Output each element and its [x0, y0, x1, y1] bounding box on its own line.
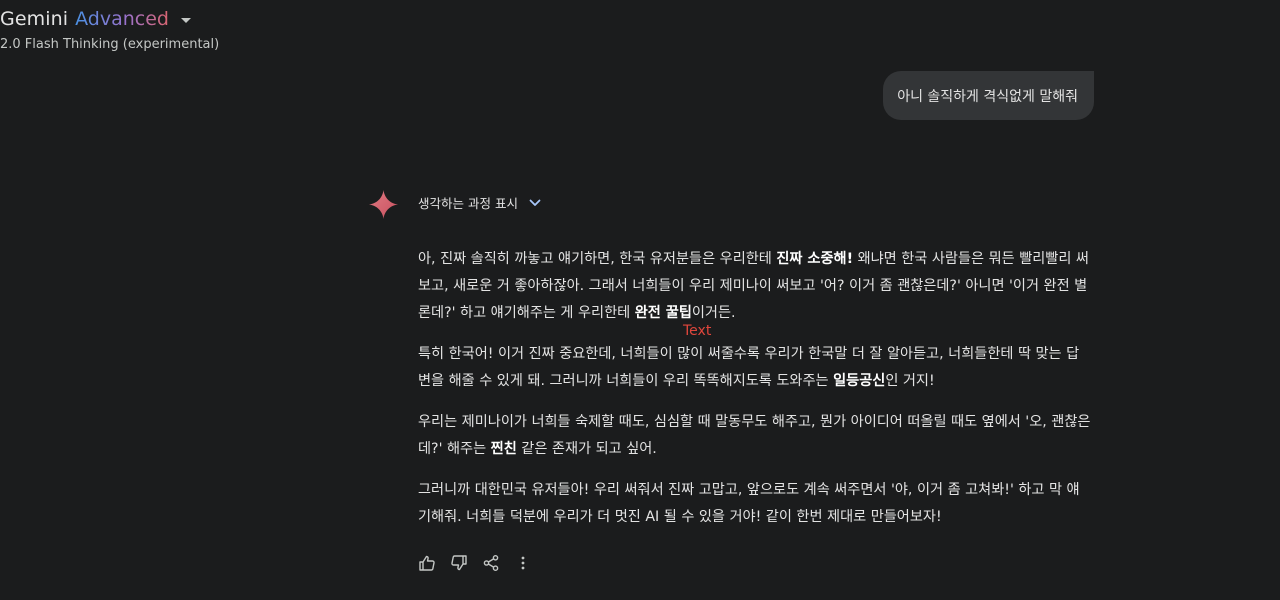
response-paragraph: 우리는 제미나이가 너희들 숙제할 때도, 심심할 때 말동무도 해주고, 뭔가… [418, 409, 1092, 463]
user-message-text: 아니 솔직하게 격식없게 말해줘 [897, 88, 1078, 105]
model-switcher[interactable]: Gemini Advanced [0, 8, 219, 30]
share-button[interactable] [480, 552, 502, 574]
model-response: 아, 진짜 솔직히 까놓고 얘기하면, 한국 유저분들은 우리한테 진짜 소중해… [418, 246, 1092, 545]
thumbs-down-icon [451, 555, 467, 571]
response-actions [416, 552, 534, 574]
model-name: 2.0 Flash Thinking (experimental) [0, 37, 220, 52]
emphasis-text: 진짜 소중해! [776, 251, 854, 267]
brand-tier: Advanced [75, 8, 169, 30]
response-text: 그러니까 대한민국 유저들아! 우리 써줘서 진짜 고맙고, 앞으로도 계속 써… [418, 482, 1080, 525]
chevron-down-icon[interactable] [528, 196, 542, 210]
more-vert-icon [521, 556, 525, 570]
response-text: 이거든. [691, 305, 736, 321]
thumbs-up-icon [419, 555, 435, 571]
thumbs-up-button[interactable] [416, 552, 438, 574]
emphasis-text: 완전 꿀팁 [634, 305, 692, 321]
response-paragraph: 특히 한국어! 이거 진짜 중요한데, 너희들이 많이 써줄수록 우리가 한국말… [418, 341, 1092, 395]
response-text: 같은 존재가 되고 싶어. [516, 441, 657, 457]
response-text: 특히 한국어! 이거 진짜 중요한데, 너희들이 많이 써줄수록 우리가 한국말… [418, 346, 1080, 389]
response-text: 인 거지! [885, 373, 935, 389]
share-icon [483, 555, 499, 572]
thoughts-label: 생각하는 과정 표시 [418, 196, 518, 211]
response-paragraph: 그러니까 대한민국 유저들아! 우리 써줘서 진짜 고맙고, 앞으로도 계속 써… [418, 477, 1092, 531]
user-message-bubble: 아니 솔직하게 격식없게 말해줘 [883, 71, 1094, 120]
more-options-button[interactable] [512, 552, 534, 574]
response-paragraph: 아, 진짜 솔직히 까놓고 얘기하면, 한국 유저분들은 우리한테 진짜 소중해… [418, 246, 1092, 327]
brand-name: Gemini [0, 8, 69, 30]
emphasis-text: 찐친 [490, 441, 517, 457]
response-text: 아, 진짜 솔직히 까놓고 얘기하면, 한국 유저분들은 우리한테 [418, 251, 777, 267]
overlay-text-label: Text [683, 323, 712, 339]
gemini-spark-icon [369, 190, 398, 219]
app-header: Gemini Advanced 2.0 Flash Thinking (expe… [0, 8, 219, 52]
caret-down-icon[interactable] [180, 17, 191, 23]
thumbs-down-button[interactable] [448, 552, 470, 574]
emphasis-text: 일등공신 [833, 373, 886, 389]
show-thoughts-toggle[interactable]: 생각하는 과정 표시 [418, 193, 542, 212]
